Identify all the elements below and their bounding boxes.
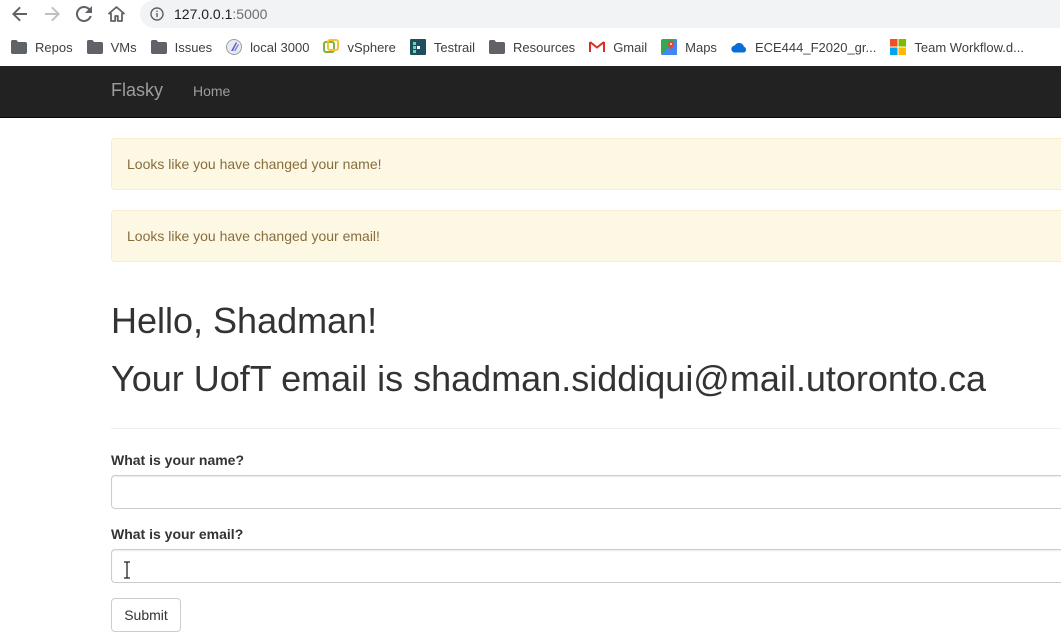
bookmark-label: Repos (35, 39, 73, 55)
maps-icon (661, 39, 678, 55)
local-site-icon (226, 39, 243, 55)
vsphere-icon (323, 39, 340, 55)
folder-icon (86, 39, 103, 55)
email-label: What is your email? (111, 526, 244, 542)
bookmark-label: Testrail (433, 39, 476, 55)
bookmark-label: local 3000 (250, 39, 310, 55)
greeting-heading: Hello, Shadman! (111, 300, 378, 341)
bookmark-testrail[interactable]: Testrail (404, 33, 483, 61)
bookmark-label: Maps (685, 39, 717, 55)
bookmark-repos[interactable]: Repos (0, 33, 81, 61)
gmail-icon (589, 39, 606, 55)
header-divider (111, 428, 1061, 429)
home-button[interactable] (104, 3, 128, 25)
submit-button[interactable]: Submit (111, 598, 181, 632)
bookmark-vsphere[interactable]: vSphere (317, 33, 403, 61)
bookmark-label: ECE444_F2020_gr... (754, 39, 877, 55)
bookmark-team-workflow[interactable]: Team Workflow.d... (884, 33, 1032, 61)
reload-icon (76, 6, 92, 22)
bookmark-label: Gmail (613, 39, 648, 55)
info-icon[interactable] (150, 7, 164, 21)
bookmark-label: Team Workflow.d... (914, 39, 1024, 55)
forward-button[interactable] (40, 3, 64, 25)
browser-toolbar: 127.0.0.1:5000 (0, 0, 1061, 29)
bookmark-resources[interactable]: Resources (483, 33, 583, 61)
nav-link-home[interactable]: Home (193, 83, 230, 99)
name-input[interactable] (111, 475, 1061, 509)
bookmark-label: VMs (110, 39, 137, 55)
site-navbar: Flasky Home (0, 66, 1061, 118)
name-label: What is your name? (111, 452, 245, 468)
folder-icon (489, 39, 506, 55)
back-arrow-icon (12, 6, 27, 22)
forward-arrow-icon (45, 6, 60, 22)
back-button[interactable] (8, 3, 32, 25)
bookmark-issues[interactable]: Issues (145, 33, 221, 61)
alert-text: Looks like you have changed your name! (127, 156, 382, 172)
bookmark-maps[interactable]: Maps (655, 33, 725, 61)
alert-text: Looks like you have changed your email! (127, 228, 380, 244)
office-icon (890, 39, 907, 55)
address-bar[interactable]: 127.0.0.1:5000 (140, 0, 1060, 28)
reload-button[interactable] (72, 3, 96, 25)
bookmark-ece444[interactable]: ECE444_F2020_gr... (725, 33, 884, 61)
testrail-icon (409, 39, 426, 55)
url-port: :5000 (232, 6, 268, 22)
folder-icon (11, 39, 27, 55)
bookmark-label: vSphere (347, 39, 396, 55)
bookmarks-bar: Repos VMs Issues local 3000 vSphere Test… (0, 33, 1061, 61)
email-heading: Your UofT email is shadman.siddiqui@mail… (111, 358, 986, 399)
email-input[interactable] (111, 549, 1061, 583)
bookmark-gmail[interactable]: Gmail (583, 33, 655, 61)
bookmark-label: Issues (174, 39, 213, 55)
flash-alert-name: Looks like you have changed your name! (111, 138, 1061, 190)
url-host: 127.0.0.1 (174, 6, 233, 22)
folder-icon (150, 39, 167, 55)
bookmark-label: Resources (513, 39, 576, 55)
onedrive-icon (731, 39, 747, 55)
bookmark-vms[interactable]: VMs (81, 33, 145, 61)
navbar-brand[interactable]: Flasky (111, 80, 163, 101)
flash-alert-email: Looks like you have changed your email! (111, 210, 1061, 262)
bookmark-local-3000[interactable]: local 3000 (220, 33, 317, 61)
home-icon (107, 6, 125, 22)
